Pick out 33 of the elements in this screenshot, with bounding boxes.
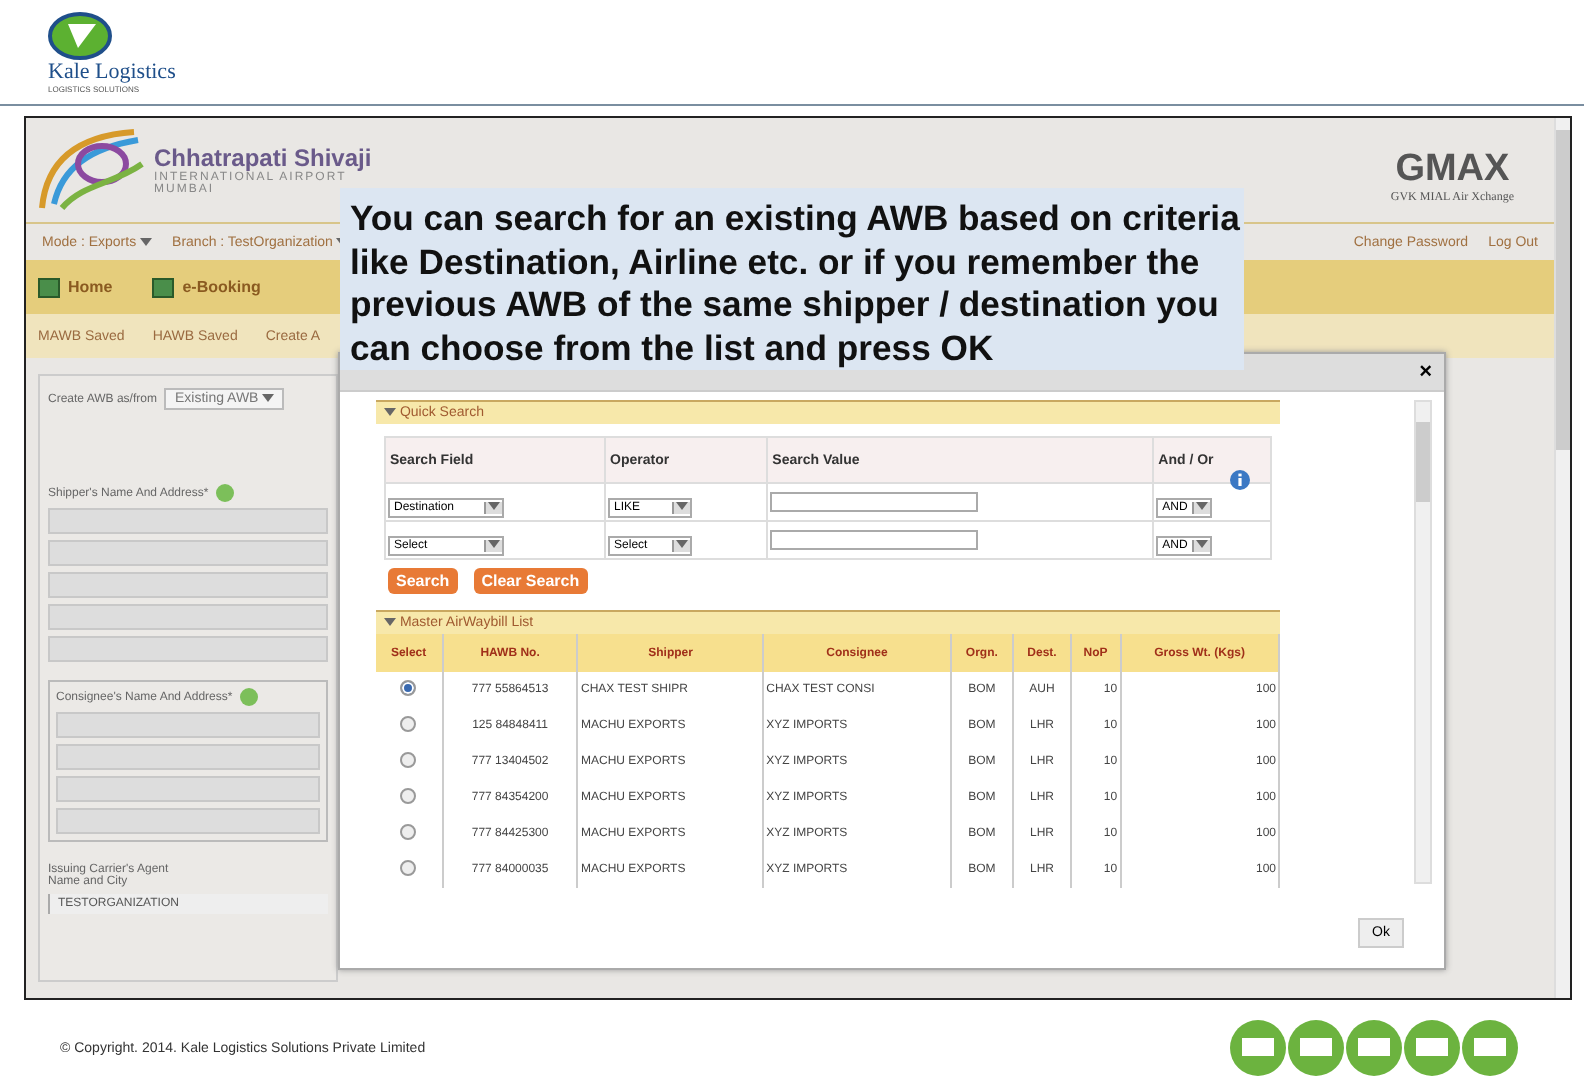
input-field[interactable]: [48, 540, 328, 566]
logo-text: Kale Logistics: [48, 59, 176, 83]
input-field[interactable]: [48, 572, 328, 598]
airport-name: Chhatrapati Shivaji: [154, 144, 372, 172]
brand-logo: GMAX: [1395, 148, 1510, 191]
scrollbar[interactable]: [1554, 118, 1570, 998]
input-field[interactable]: [48, 604, 328, 630]
nav-item[interactable]: Home: [38, 277, 113, 297]
leaf-logo-icon: [48, 11, 112, 59]
input-field[interactable]: [56, 776, 320, 802]
search-value-field[interactable]: [770, 530, 979, 550]
add-icon[interactable]: [216, 484, 235, 502]
select-radio[interactable]: [400, 716, 417, 732]
close-button[interactable]: ×: [1415, 360, 1436, 384]
feather-logo-icon: [34, 124, 146, 216]
select-radio[interactable]: [400, 752, 417, 768]
help-icon[interactable]: [1230, 470, 1250, 490]
input-field[interactable]: [56, 744, 320, 770]
select-radio[interactable]: [400, 680, 417, 696]
search-value-field[interactable]: [770, 492, 979, 512]
instruction-callout: You can search for an existing AWB based on criteria like Destination, Airline etc. or if you remember the previous AWB of the same shipper / destination you can choose from the list and press OK: [340, 188, 1244, 371]
nav-item[interactable]: e-Booking: [152, 277, 261, 297]
input-field[interactable]: [48, 636, 328, 662]
select-radio[interactable]: [400, 788, 417, 804]
select-radio[interactable]: [400, 824, 417, 840]
select-radio[interactable]: [400, 860, 417, 876]
search-button[interactable]: Clear Search: [473, 568, 588, 594]
add-icon[interactable]: [240, 688, 259, 706]
scrollbar[interactable]: [1414, 400, 1432, 884]
input-field[interactable]: [56, 808, 320, 834]
search-button[interactable]: Search: [388, 568, 458, 594]
input-field[interactable]: [48, 508, 328, 534]
input-field[interactable]: [56, 712, 320, 738]
